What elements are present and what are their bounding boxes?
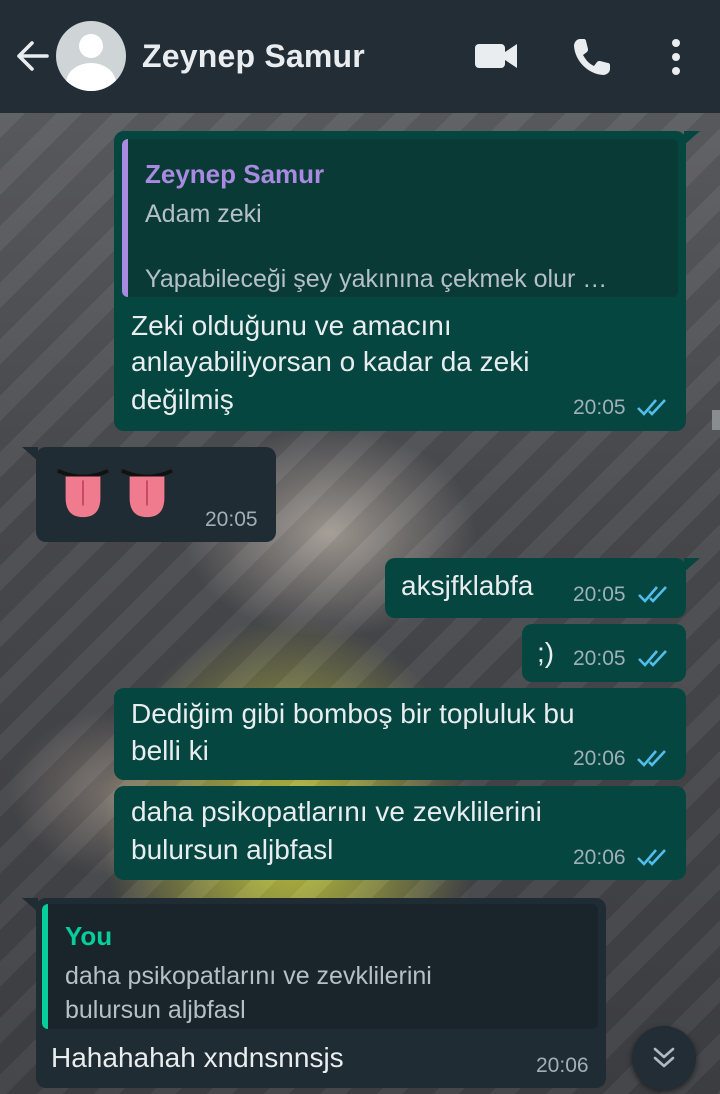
message-time: 20:05 <box>573 647 626 670</box>
message-text-line: değilmiş <box>131 384 234 415</box>
message-bubble-incoming[interactable]: 20:05 <box>22 447 276 542</box>
message-bubble-outgoing[interactable]: daha psikopatlarını ve zevklilerini bulu… <box>114 786 686 880</box>
contact-avatar[interactable] <box>56 21 126 91</box>
chat-header: Zeynep Samur <box>0 0 720 113</box>
message-text-line: Hahahahah xndnsnnsjs <box>51 1042 344 1073</box>
quote-author: You <box>65 921 113 951</box>
read-receipt-icon <box>638 586 667 603</box>
message-text-line: anlayabiliyorsan o kadar da zeki <box>131 346 530 377</box>
avatar-body-shape <box>66 63 116 91</box>
quote-bar <box>122 139 128 297</box>
tongue-emoji-icon <box>121 468 173 518</box>
message-text-line: Zeki olduğunu ve amacını <box>131 310 452 341</box>
message-text-line: Dediğim gibi bomboş bir topluluk bu <box>131 698 575 729</box>
back-arrow-icon[interactable] <box>14 38 50 74</box>
more-options-icon[interactable] <box>664 37 688 77</box>
quoted-message[interactable]: You daha psikopatlarını ve zevklilerini … <box>42 904 598 1029</box>
contact-name[interactable]: Zeynep Samur <box>142 38 365 75</box>
quote-author: Zeynep Samur <box>145 159 325 189</box>
message-bubble-incoming[interactable]: You daha psikopatlarını ve zevklilerini … <box>22 898 606 1088</box>
read-receipt-icon <box>637 849 666 866</box>
message-time: 20:05 <box>573 396 626 419</box>
message-time: 20:05 <box>573 583 626 606</box>
scroll-to-bottom-button[interactable] <box>632 1026 696 1090</box>
scrollbar-thumb[interactable] <box>712 410 720 430</box>
read-receipt-icon <box>637 750 666 767</box>
message-bubble-outgoing[interactable]: Zeynep Samur Adam zeki Yapabileceği şey … <box>114 131 700 431</box>
double-chevron-down-icon <box>653 1047 675 1068</box>
quote-bar <box>42 904 48 1029</box>
message-text-line: belli ki <box>131 735 209 766</box>
video-call-icon[interactable] <box>474 38 518 74</box>
read-receipt-icon <box>638 650 667 667</box>
bubble-tail <box>684 558 700 572</box>
message-time: 20:06 <box>536 1054 589 1077</box>
message-time: 20:06 <box>573 747 626 770</box>
message-bubble-outgoing[interactable]: aksjfklabfa 20:05 <box>385 558 700 618</box>
read-receipt-icon <box>637 399 666 416</box>
message-bubble-outgoing[interactable]: ;) 20:05 <box>522 624 686 682</box>
message-text-line: bulursun aljbfasl <box>131 834 334 865</box>
avatar-head-shape <box>79 34 103 58</box>
bubble-tail <box>22 447 38 461</box>
quote-line-2: Yapabileceği şey yakınına çekmek olur … <box>145 265 608 293</box>
message-text-line: daha psikopatlarını ve zevklilerini <box>131 796 542 827</box>
message-text-line: ;) <box>537 637 555 668</box>
quote-line-1: Adam zeki <box>145 200 262 228</box>
message-text-line: aksjfklabfa <box>401 570 534 601</box>
message-time: 20:05 <box>205 508 258 531</box>
bubble-tail <box>684 131 700 145</box>
quote-line-2: bulursun aljbfasl <box>65 996 246 1024</box>
phone-call-icon[interactable] <box>572 37 612 77</box>
message-time: 20:06 <box>573 846 626 869</box>
quote-line-1: daha psikopatlarını ve zevklilerini <box>65 962 432 990</box>
tongue-emoji-icon <box>57 468 109 518</box>
quoted-message[interactable]: Zeynep Samur Adam zeki Yapabileceği şey … <box>122 139 678 297</box>
message-bubble-outgoing[interactable]: Dediğim gibi bomboş bir topluluk bu bell… <box>114 688 686 780</box>
bubble-tail <box>22 898 38 912</box>
